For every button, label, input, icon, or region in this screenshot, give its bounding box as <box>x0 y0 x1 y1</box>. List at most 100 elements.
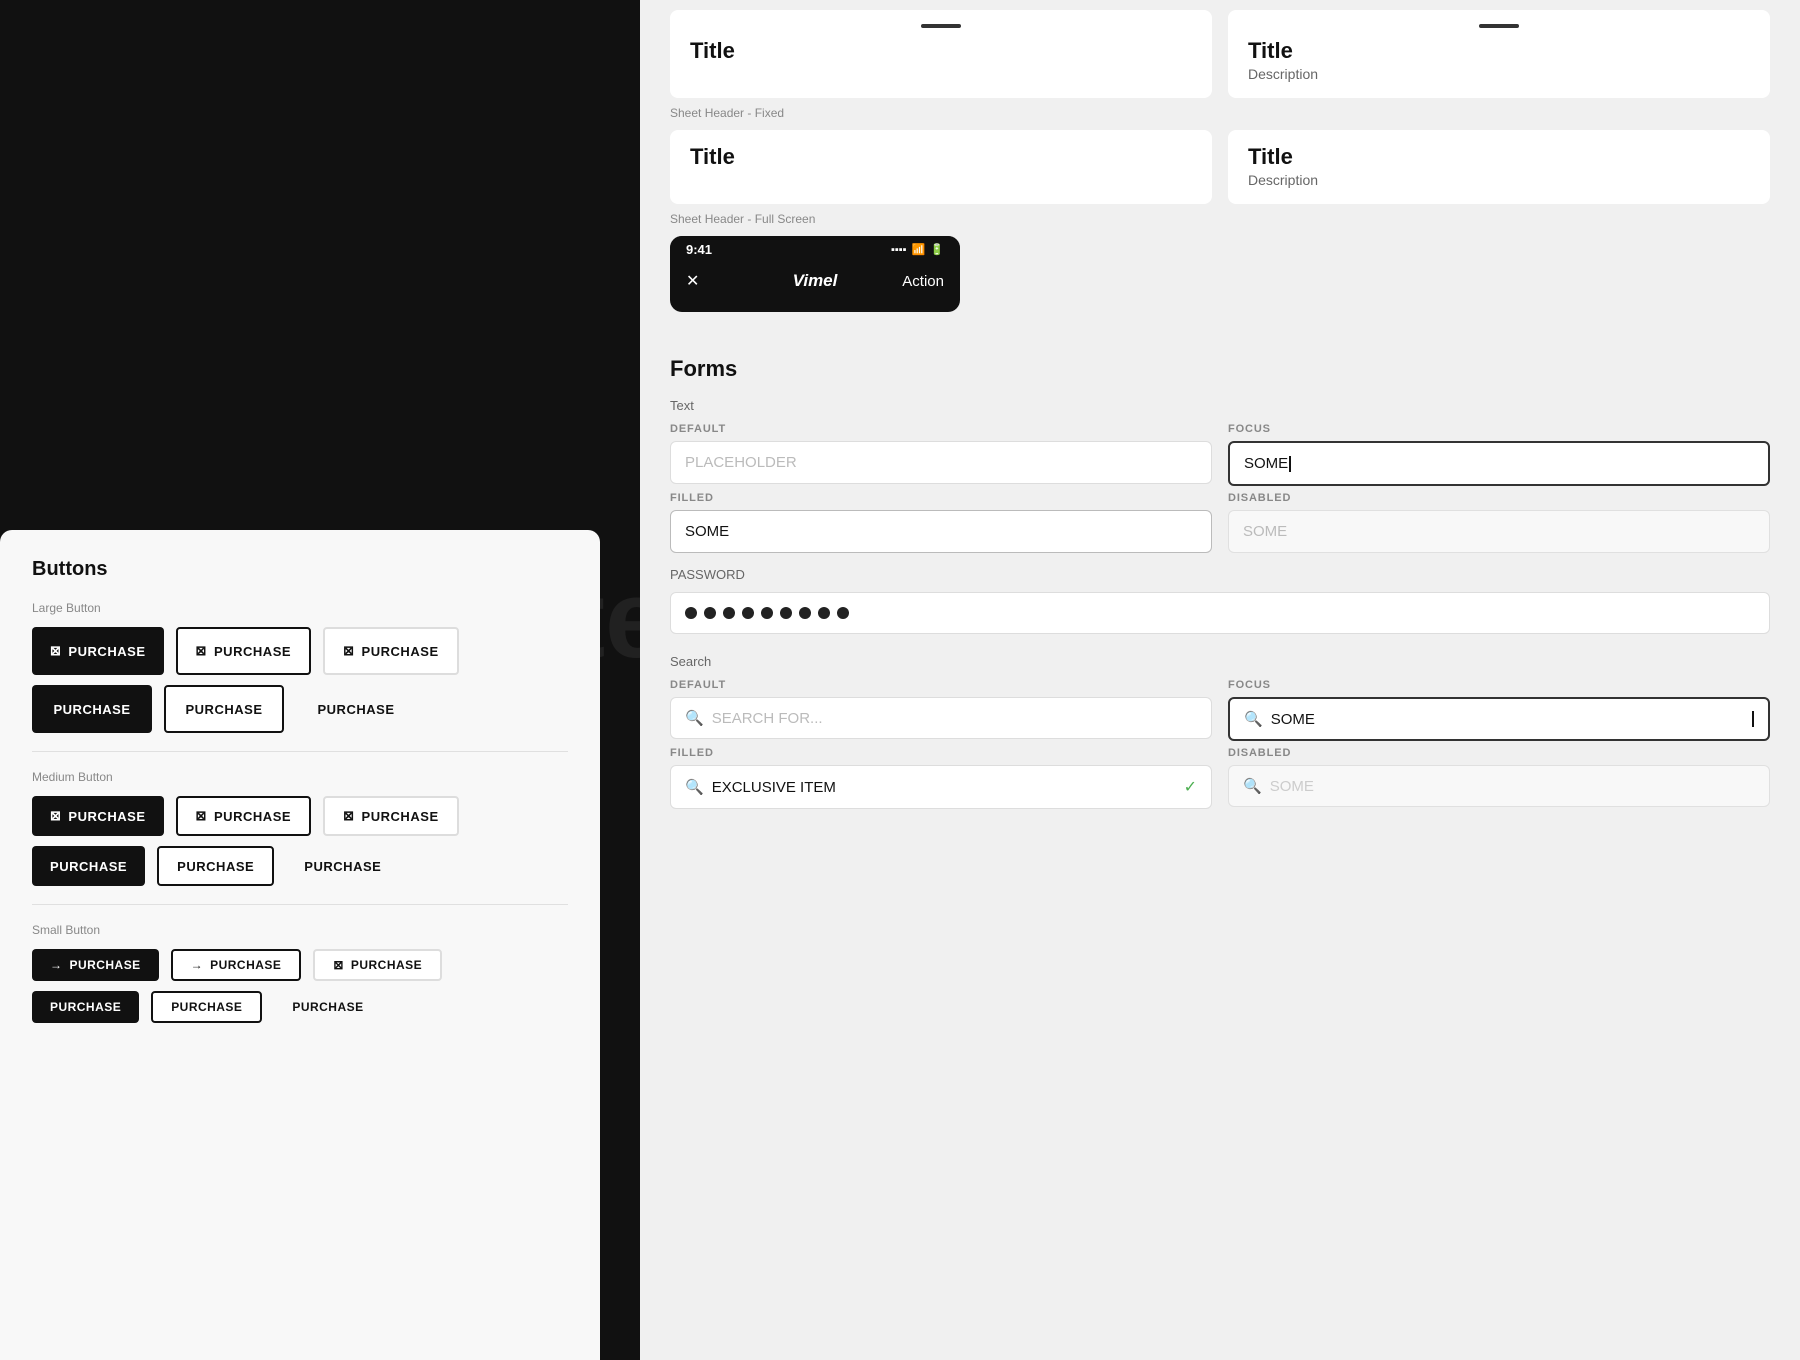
nav-brand: Vimel <box>793 271 838 291</box>
large-ghost-btn[interactable]: PURCHASE <box>296 685 416 733</box>
small-filled-btn[interactable]: PURCHASE <box>32 991 139 1023</box>
password-dot-1 <box>685 607 697 619</box>
search-default-input[interactable]: 🔍 SEARCH FOR... <box>670 697 1212 739</box>
nav-action[interactable]: Action <box>902 273 944 290</box>
password-dot-2 <box>704 607 716 619</box>
focus-label: FOCUS <box>1228 423 1770 435</box>
signal-icon: ▪▪▪▪ <box>891 244 907 256</box>
focus-state: FOCUS SOME <box>1228 423 1770 486</box>
password-dot-8 <box>818 607 830 619</box>
medium-filled-btn[interactable]: PURCHASE <box>32 846 145 886</box>
small-arrow-filled-btn[interactable]: → PURCHASE <box>32 949 159 981</box>
medium-filled-icon-btn[interactable]: ⊠ PURCHASE <box>32 796 164 836</box>
large-filled-icon-btn-1[interactable]: ⊠ PURCHASE <box>32 627 164 675</box>
sheet-nav: ✕ Vimel Action <box>670 263 960 299</box>
divider-1 <box>32 751 568 752</box>
search-group-label: Search <box>670 654 1770 669</box>
battery-icon: 🔋 <box>930 243 944 256</box>
small-ghost-btn[interactable]: PURCHASE <box>274 991 381 1023</box>
medium-btn-row-2: PURCHASE PURCHASE PURCHASE <box>32 846 568 886</box>
search-disabled-input: 🔍 SOME <box>1228 765 1770 807</box>
search-disabled-state: DISABLED 🔍 SOME <box>1228 747 1770 809</box>
search-focus-label: FOCUS <box>1228 679 1770 691</box>
forms-section: Forms Text DEFAULT PLACEHOLDER FOCUS SOM… <box>640 332 1800 839</box>
search-icon-disabled: 🔍 <box>1243 777 1262 795</box>
search-filled-value: EXCLUSIVE ITEM <box>712 779 1176 796</box>
password-dot-3 <box>723 607 735 619</box>
sheet-title-3: Title <box>690 144 1192 170</box>
medium-ghost-btn[interactable]: PURCHASE <box>286 846 399 886</box>
search-default-state: DEFAULT 🔍 SEARCH FOR... <box>670 679 1212 741</box>
image-icon-s3: ⊠ <box>333 958 344 972</box>
small-outline-btn[interactable]: PURCHASE <box>151 991 262 1023</box>
sheet-title-1: Title <box>690 38 1192 64</box>
small-icon-ghost-btn[interactable]: ⊠ PURCHASE <box>313 949 442 981</box>
search-icon-focus: 🔍 <box>1244 710 1263 728</box>
search-filled-label: FILLED <box>670 747 1212 759</box>
search-default-label: DEFAULT <box>670 679 1212 691</box>
close-icon[interactable]: ✕ <box>686 271 699 291</box>
search-filled-input[interactable]: 🔍 EXCLUSIVE ITEM ✓ <box>670 765 1212 809</box>
disabled-input: SOME <box>1228 510 1770 553</box>
image-icon-3: ⊠ <box>343 643 354 659</box>
password-input[interactable] <box>670 592 1770 634</box>
password-dot-4 <box>742 607 754 619</box>
text-states-row: DEFAULT PLACEHOLDER FOCUS SOME <box>670 423 1770 486</box>
right-panel: Title Title Description Sheet Header - F… <box>640 0 1800 1360</box>
focus-input[interactable]: SOME <box>1228 441 1770 486</box>
password-dot-9 <box>837 607 849 619</box>
wifi-icon: 📶 <box>912 243 926 256</box>
search-focus-state: FOCUS 🔍 SOME <box>1228 679 1770 741</box>
large-outline-btn[interactable]: PURCHASE <box>164 685 284 733</box>
divider-2 <box>32 904 568 905</box>
password-dot-7 <box>799 607 811 619</box>
large-outline-icon-btn[interactable]: ⊠ PURCHASE <box>176 627 312 675</box>
sheet-scroll-row: Title Title Description <box>670 10 1770 98</box>
medium-outline-icon-btn[interactable]: ⊠ PURCHASE <box>176 796 312 836</box>
sheet-title-2: Title <box>1248 38 1750 64</box>
search-filled-row: FILLED 🔍 EXCLUSIVE ITEM ✓ DISABLED 🔍 SOM… <box>670 747 1770 809</box>
sheet-card-fixed-left: Title <box>670 130 1212 204</box>
search-disabled-value: SOME <box>1270 778 1755 795</box>
large-filled-btn[interactable]: PURCHASE <box>32 685 152 733</box>
buttons-panel-title: Buttons <box>32 558 568 581</box>
sheet-card-scroll-left: Title <box>670 10 1212 98</box>
medium-btn-row-1: ⊠ PURCHASE ⊠ PURCHASE ⊠ PURCHASE <box>32 796 568 836</box>
image-icon-m2: ⊠ <box>196 808 207 824</box>
small-btn-row-2: PURCHASE PURCHASE PURCHASE <box>32 991 568 1023</box>
large-button-label: Large Button <box>32 601 568 615</box>
medium-button-label: Medium Button <box>32 770 568 784</box>
buttons-panel: Buttons Large Button ⊠ PURCHASE ⊠ PURCHA… <box>0 530 600 1360</box>
search-disabled-label: DISABLED <box>1228 747 1770 759</box>
default-input[interactable]: PLACEHOLDER <box>670 441 1212 484</box>
sheet-fixed-row: Title Title Description <box>670 130 1770 204</box>
sheet-indicator-2 <box>1479 24 1519 28</box>
disabled-label: DISABLED <box>1228 492 1770 504</box>
image-icon-m3: ⊠ <box>343 808 354 824</box>
sheet-card-fixed-right: Title Description <box>1228 130 1770 204</box>
password-dot-6 <box>780 607 792 619</box>
check-icon: ✓ <box>1184 777 1197 797</box>
image-icon-2: ⊠ <box>196 643 207 659</box>
medium-ghost-icon-btn[interactable]: ⊠ PURCHASE <box>323 796 459 836</box>
search-states-row: DEFAULT 🔍 SEARCH FOR... FOCUS 🔍 SOME <box>670 679 1770 741</box>
sheet-fullscreen-label: Sheet Header - Full Screen <box>670 212 1770 226</box>
small-button-label: Small Button <box>32 923 568 937</box>
arrow-icon-s2: → <box>191 958 203 972</box>
default-label: DEFAULT <box>670 423 1212 435</box>
large-ghost-icon-btn[interactable]: ⊠ PURCHASE <box>323 627 459 675</box>
disabled-state: DISABLED SOME <box>1228 492 1770 553</box>
small-arrow-outline-btn[interactable]: → PURCHASE <box>171 949 302 981</box>
text-cursor <box>1289 456 1291 472</box>
filled-label: FILLED <box>670 492 1212 504</box>
arrow-icon-s1: → <box>50 958 62 972</box>
large-btn-row-2: PURCHASE PURCHASE PURCHASE <box>32 685 568 733</box>
sheet-desc-2: Description <box>1248 66 1750 82</box>
password-dot-5 <box>761 607 773 619</box>
medium-outline-btn[interactable]: PURCHASE <box>157 846 274 886</box>
filled-state: FILLED SOME <box>670 492 1212 553</box>
filled-input[interactable]: SOME <box>670 510 1212 553</box>
search-icon-filled: 🔍 <box>685 778 704 796</box>
search-focus-input[interactable]: 🔍 SOME <box>1228 697 1770 741</box>
search-focus-value: SOME <box>1271 711 1743 728</box>
